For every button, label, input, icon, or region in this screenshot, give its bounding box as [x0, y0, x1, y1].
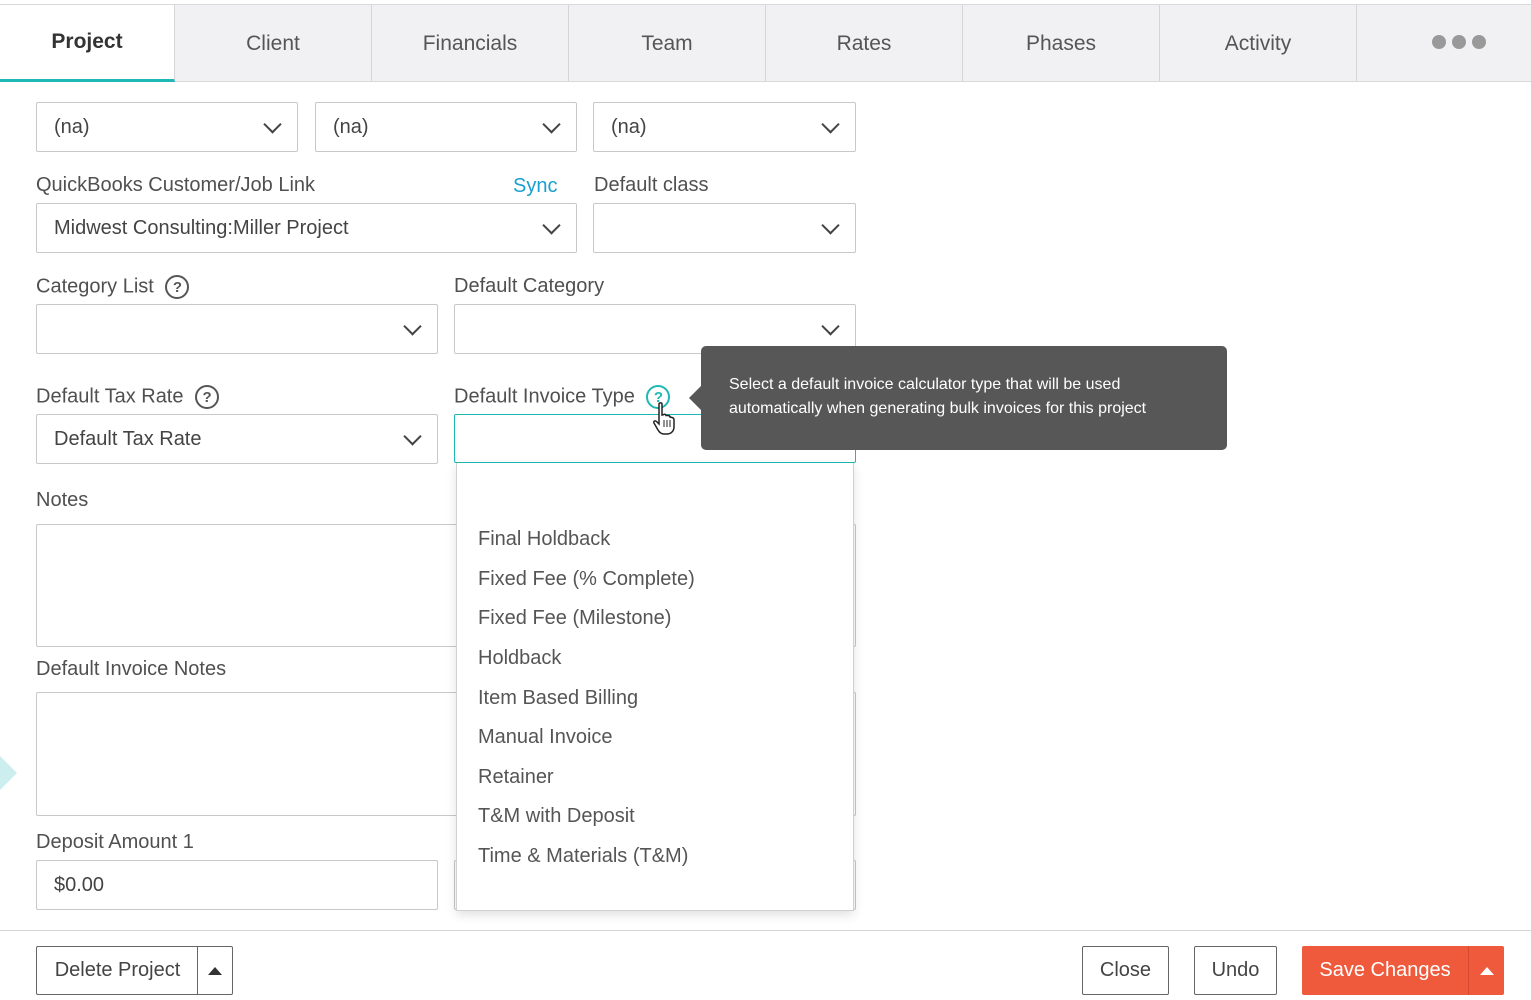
- tab-client[interactable]: Client: [175, 5, 372, 82]
- tab-activity[interactable]: Activity: [1160, 5, 1357, 82]
- top-select-3[interactable]: (na): [593, 102, 856, 152]
- chevron-down-icon: [263, 115, 282, 134]
- dropdown-option[interactable]: Time & Materials (T&M): [478, 845, 688, 868]
- undo-button[interactable]: Undo: [1194, 946, 1277, 995]
- save-changes-button[interactable]: Save Changes: [1302, 946, 1468, 995]
- top-select-1-value: (na): [54, 115, 90, 138]
- footer-bar: Delete Project Close Undo Save Changes: [0, 930, 1531, 1000]
- dropdown-option[interactable]: Final Holdback: [478, 528, 610, 551]
- tax-rate-label-text: Default Tax Rate: [36, 385, 184, 408]
- deposit-input[interactable]: $0.00: [36, 860, 438, 910]
- chevron-down-icon: [403, 427, 422, 446]
- dropdown-option[interactable]: Item Based Billing: [478, 687, 638, 710]
- dropdown-option[interactable]: Holdback: [478, 647, 561, 670]
- default-class-label: Default class: [594, 174, 709, 196]
- default-category-label: Default Category: [454, 275, 605, 297]
- invoice-type-dropdown: Final Holdback Fixed Fee (% Complete) Fi…: [456, 463, 854, 911]
- tab-team[interactable]: Team: [569, 5, 766, 82]
- tax-rate-select[interactable]: Default Tax Rate: [36, 414, 438, 464]
- top-select-2[interactable]: (na): [315, 102, 577, 152]
- tab-project[interactable]: Project: [0, 5, 175, 82]
- dropdown-option[interactable]: Manual Invoice: [478, 726, 613, 749]
- quickbooks-select[interactable]: Midwest Consulting:Miller Project: [36, 203, 577, 253]
- category-list-select[interactable]: [36, 304, 438, 354]
- chevron-down-icon: [542, 216, 561, 235]
- delete-project-button[interactable]: Delete Project: [36, 946, 198, 995]
- delete-menu-toggle[interactable]: [197, 946, 233, 995]
- top-select-3-value: (na): [611, 115, 647, 138]
- invoice-type-label-text: Default Invoice Type: [454, 385, 635, 408]
- tab-phases[interactable]: Phases: [963, 5, 1160, 82]
- category-list-label: Category List ?: [36, 275, 190, 299]
- more-tabs-button[interactable]: [1357, 5, 1531, 82]
- caret-up-icon: [208, 966, 222, 975]
- notes-label: Notes: [36, 489, 89, 511]
- tab-bar: Project Client Financials Team Rates Pha…: [0, 4, 1531, 82]
- default-class-select[interactable]: [593, 203, 856, 253]
- quickbooks-select-value: Midwest Consulting:Miller Project: [54, 216, 349, 239]
- top-select-2-value: (na): [333, 115, 369, 138]
- category-list-label-text: Category List: [36, 275, 154, 298]
- tax-rate-value: Default Tax Rate: [54, 427, 202, 450]
- chevron-down-icon: [403, 317, 422, 336]
- chevron-down-icon: [542, 115, 561, 134]
- help-icon[interactable]: ?: [165, 275, 190, 299]
- tab-rates[interactable]: Rates: [766, 5, 963, 82]
- caret-up-icon: [1479, 966, 1494, 975]
- chevron-down-icon: [821, 115, 840, 134]
- dropdown-option[interactable]: T&M with Deposit: [478, 805, 635, 828]
- deposit-label: Deposit Amount 1: [36, 831, 194, 853]
- close-button[interactable]: Close: [1082, 946, 1169, 995]
- dropdown-option[interactable]: Retainer: [478, 766, 554, 789]
- tab-financials[interactable]: Financials: [372, 5, 569, 82]
- quickbooks-label: QuickBooks Customer/Job Link: [36, 174, 316, 196]
- deposit-value: $0.00: [54, 873, 105, 896]
- dropdown-option[interactable]: Fixed Fee (Milestone): [478, 607, 671, 630]
- invoice-notes-label: Default Invoice Notes: [36, 658, 227, 680]
- sync-link[interactable]: Sync: [513, 175, 557, 198]
- top-select-1[interactable]: (na): [36, 102, 298, 152]
- more-icon: [1432, 34, 1486, 49]
- invoice-type-label: Default Invoice Type ?: [454, 385, 671, 409]
- hand-cursor-icon: [653, 402, 675, 435]
- dropdown-option[interactable]: Fixed Fee (% Complete): [478, 568, 695, 591]
- scroll-marker: [0, 756, 17, 790]
- tax-rate-label: Default Tax Rate ?: [36, 385, 220, 409]
- chevron-down-icon: [821, 216, 840, 235]
- save-menu-toggle[interactable]: [1468, 946, 1504, 995]
- help-icon[interactable]: ?: [195, 385, 220, 409]
- invoice-type-tooltip: Select a default invoice calculator type…: [689, 346, 1227, 450]
- chevron-down-icon: [821, 317, 840, 336]
